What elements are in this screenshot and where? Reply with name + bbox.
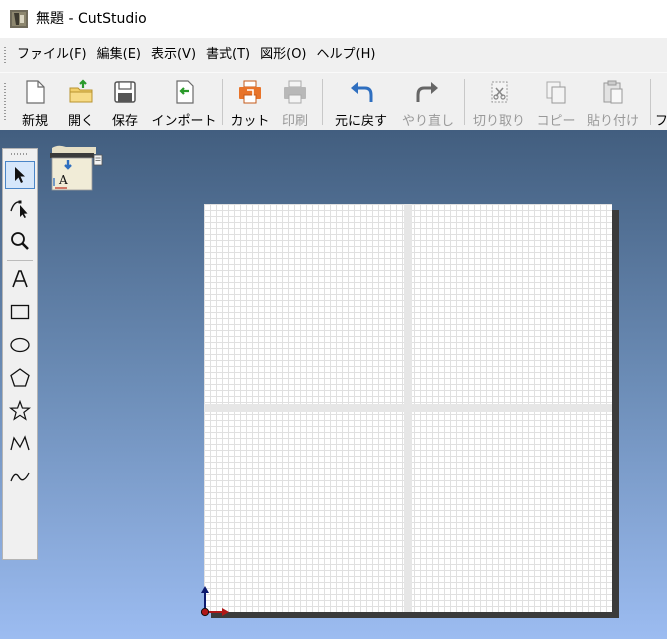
ellipse-tool[interactable]: [5, 331, 35, 359]
open-label: 開く: [67, 114, 94, 129]
tool-palette-grip[interactable]: [11, 153, 29, 155]
node-arrow-icon: [10, 200, 28, 218]
title-bar: 無題 - CutStudio: [0, 0, 667, 38]
menu-edit[interactable]: 編集(E): [92, 38, 146, 72]
copy-button[interactable]: コピー: [536, 73, 576, 131]
cutting-canvas[interactable]: [204, 204, 612, 612]
polyline-tool[interactable]: [5, 430, 35, 458]
import-label: インポート: [151, 114, 217, 129]
zoom-tool[interactable]: [5, 227, 35, 255]
new-document-icon: [26, 80, 45, 104]
tool-palette: [2, 148, 38, 560]
magnifier-icon: [11, 232, 29, 250]
cut-printer-icon: [239, 80, 261, 104]
redo-label: やり直し: [402, 114, 455, 129]
paste-icon: [603, 80, 623, 104]
print-button[interactable]: 印刷: [280, 73, 310, 131]
copy-icon: [546, 81, 566, 104]
menu-shape[interactable]: 図形(O): [255, 38, 311, 72]
paste-label: 貼り付け: [587, 114, 640, 129]
origin-axes-icon: [200, 586, 229, 617]
new-button[interactable]: 新規: [20, 73, 50, 131]
curve-tool[interactable]: [5, 463, 35, 491]
print-icon: [284, 80, 306, 104]
polyline-icon: [10, 435, 30, 451]
toolbar-overflow-button[interactable]: フ: [656, 73, 667, 131]
cut-icon: [491, 81, 508, 103]
menu-bar: ファイル(F) 編集(E) 表示(V) 書式(T) 図形(O) ヘルプ(H): [0, 38, 667, 72]
save-disk-icon: [114, 81, 136, 103]
text-tool[interactable]: [5, 265, 35, 293]
save-label: 保存: [111, 114, 138, 129]
polygon-tool[interactable]: [5, 364, 35, 392]
redo-icon: [416, 82, 438, 102]
redo-button[interactable]: やり直し: [402, 73, 454, 131]
node-edit-tool[interactable]: [5, 194, 35, 222]
import-icon: [176, 80, 194, 104]
menu-view[interactable]: 表示(V): [146, 38, 201, 72]
cut-button[interactable]: 切り取り: [473, 73, 526, 131]
canvas-tile-divider-horizontal: [204, 404, 612, 412]
rectangle-icon: [10, 304, 30, 320]
curve-icon: [10, 472, 30, 482]
new-label: 新規: [21, 114, 48, 129]
open-button[interactable]: 開く: [66, 73, 96, 131]
toolbar-separator: [464, 79, 465, 125]
cut-output-label: カット: [230, 114, 270, 129]
save-button[interactable]: 保存: [110, 73, 140, 131]
toolbar: 新規 開く 保存 インポート カット 印刷 元に戻す やり直し 切り取り コピー…: [0, 72, 667, 131]
cut-output-button[interactable]: カット: [230, 73, 270, 131]
app-icon: [10, 10, 28, 28]
menu-file[interactable]: ファイル(F): [12, 38, 92, 72]
undo-button[interactable]: 元に戻す: [334, 73, 388, 131]
toolbar-separator: [650, 79, 651, 125]
cutting-machine-icon[interactable]: A: [48, 142, 104, 194]
cut-label: 切り取り: [473, 114, 526, 129]
pentagon-icon: [10, 368, 30, 387]
work-area[interactable]: A: [0, 130, 667, 639]
svg-text:A: A: [58, 173, 68, 187]
star-icon: [9, 400, 31, 421]
menu-format[interactable]: 書式(T): [201, 38, 255, 72]
star-tool[interactable]: [5, 397, 35, 425]
window-title: 無題 - CutStudio: [36, 11, 147, 27]
toolbar-separator: [322, 79, 323, 125]
arrow-icon: [15, 167, 25, 183]
ellipse-icon: [10, 337, 30, 353]
open-folder-icon: [69, 79, 93, 103]
menu-grip[interactable]: [4, 47, 6, 63]
menu-help[interactable]: ヘルプ(H): [312, 38, 381, 72]
paste-button[interactable]: 貼り付け: [587, 73, 640, 131]
undo-label: 元に戻す: [334, 114, 387, 129]
rectangle-tool[interactable]: [5, 298, 35, 326]
letter-a-icon: [12, 270, 28, 288]
toolbar-grip[interactable]: [4, 83, 6, 121]
undo-icon: [351, 82, 373, 102]
print-label: 印刷: [281, 114, 308, 129]
toolbar-overflow-label: フ: [656, 114, 667, 129]
import-button[interactable]: インポート: [152, 73, 217, 131]
copy-label: コピー: [536, 114, 576, 129]
toolbar-separator: [222, 79, 223, 125]
tool-separator: [7, 260, 33, 261]
select-tool[interactable]: [5, 161, 35, 189]
